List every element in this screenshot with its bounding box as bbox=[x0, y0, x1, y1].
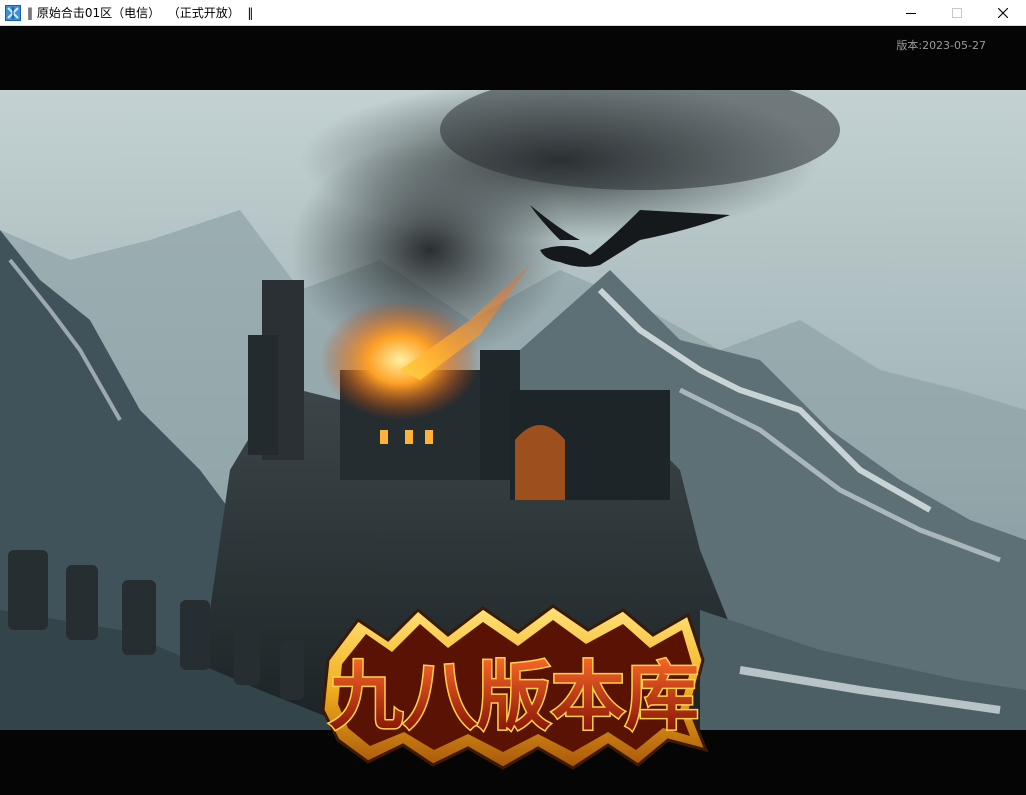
minimize-button[interactable] bbox=[888, 0, 934, 26]
jiuba-logo: 九八版本库 bbox=[321, 604, 709, 770]
maximize-icon bbox=[952, 8, 962, 18]
logo-text: 九八版本库 bbox=[329, 654, 699, 740]
maximize-button[interactable] bbox=[934, 0, 980, 26]
close-button[interactable] bbox=[980, 0, 1026, 26]
window-title: ‖ 原始合击01区（电信） （正式开放） ‖ bbox=[27, 6, 254, 20]
minimize-icon bbox=[906, 13, 916, 14]
version-label: 版本:2023-05-27 bbox=[896, 39, 986, 52]
close-icon bbox=[998, 8, 1008, 18]
launcher-client-area: 版本:2023-05-27 九八版本库 bbox=[0, 26, 1026, 795]
app-icon bbox=[5, 4, 21, 21]
title-bar[interactable]: ‖ 原始合击01区（电信） （正式开放） ‖ bbox=[0, 0, 1026, 26]
